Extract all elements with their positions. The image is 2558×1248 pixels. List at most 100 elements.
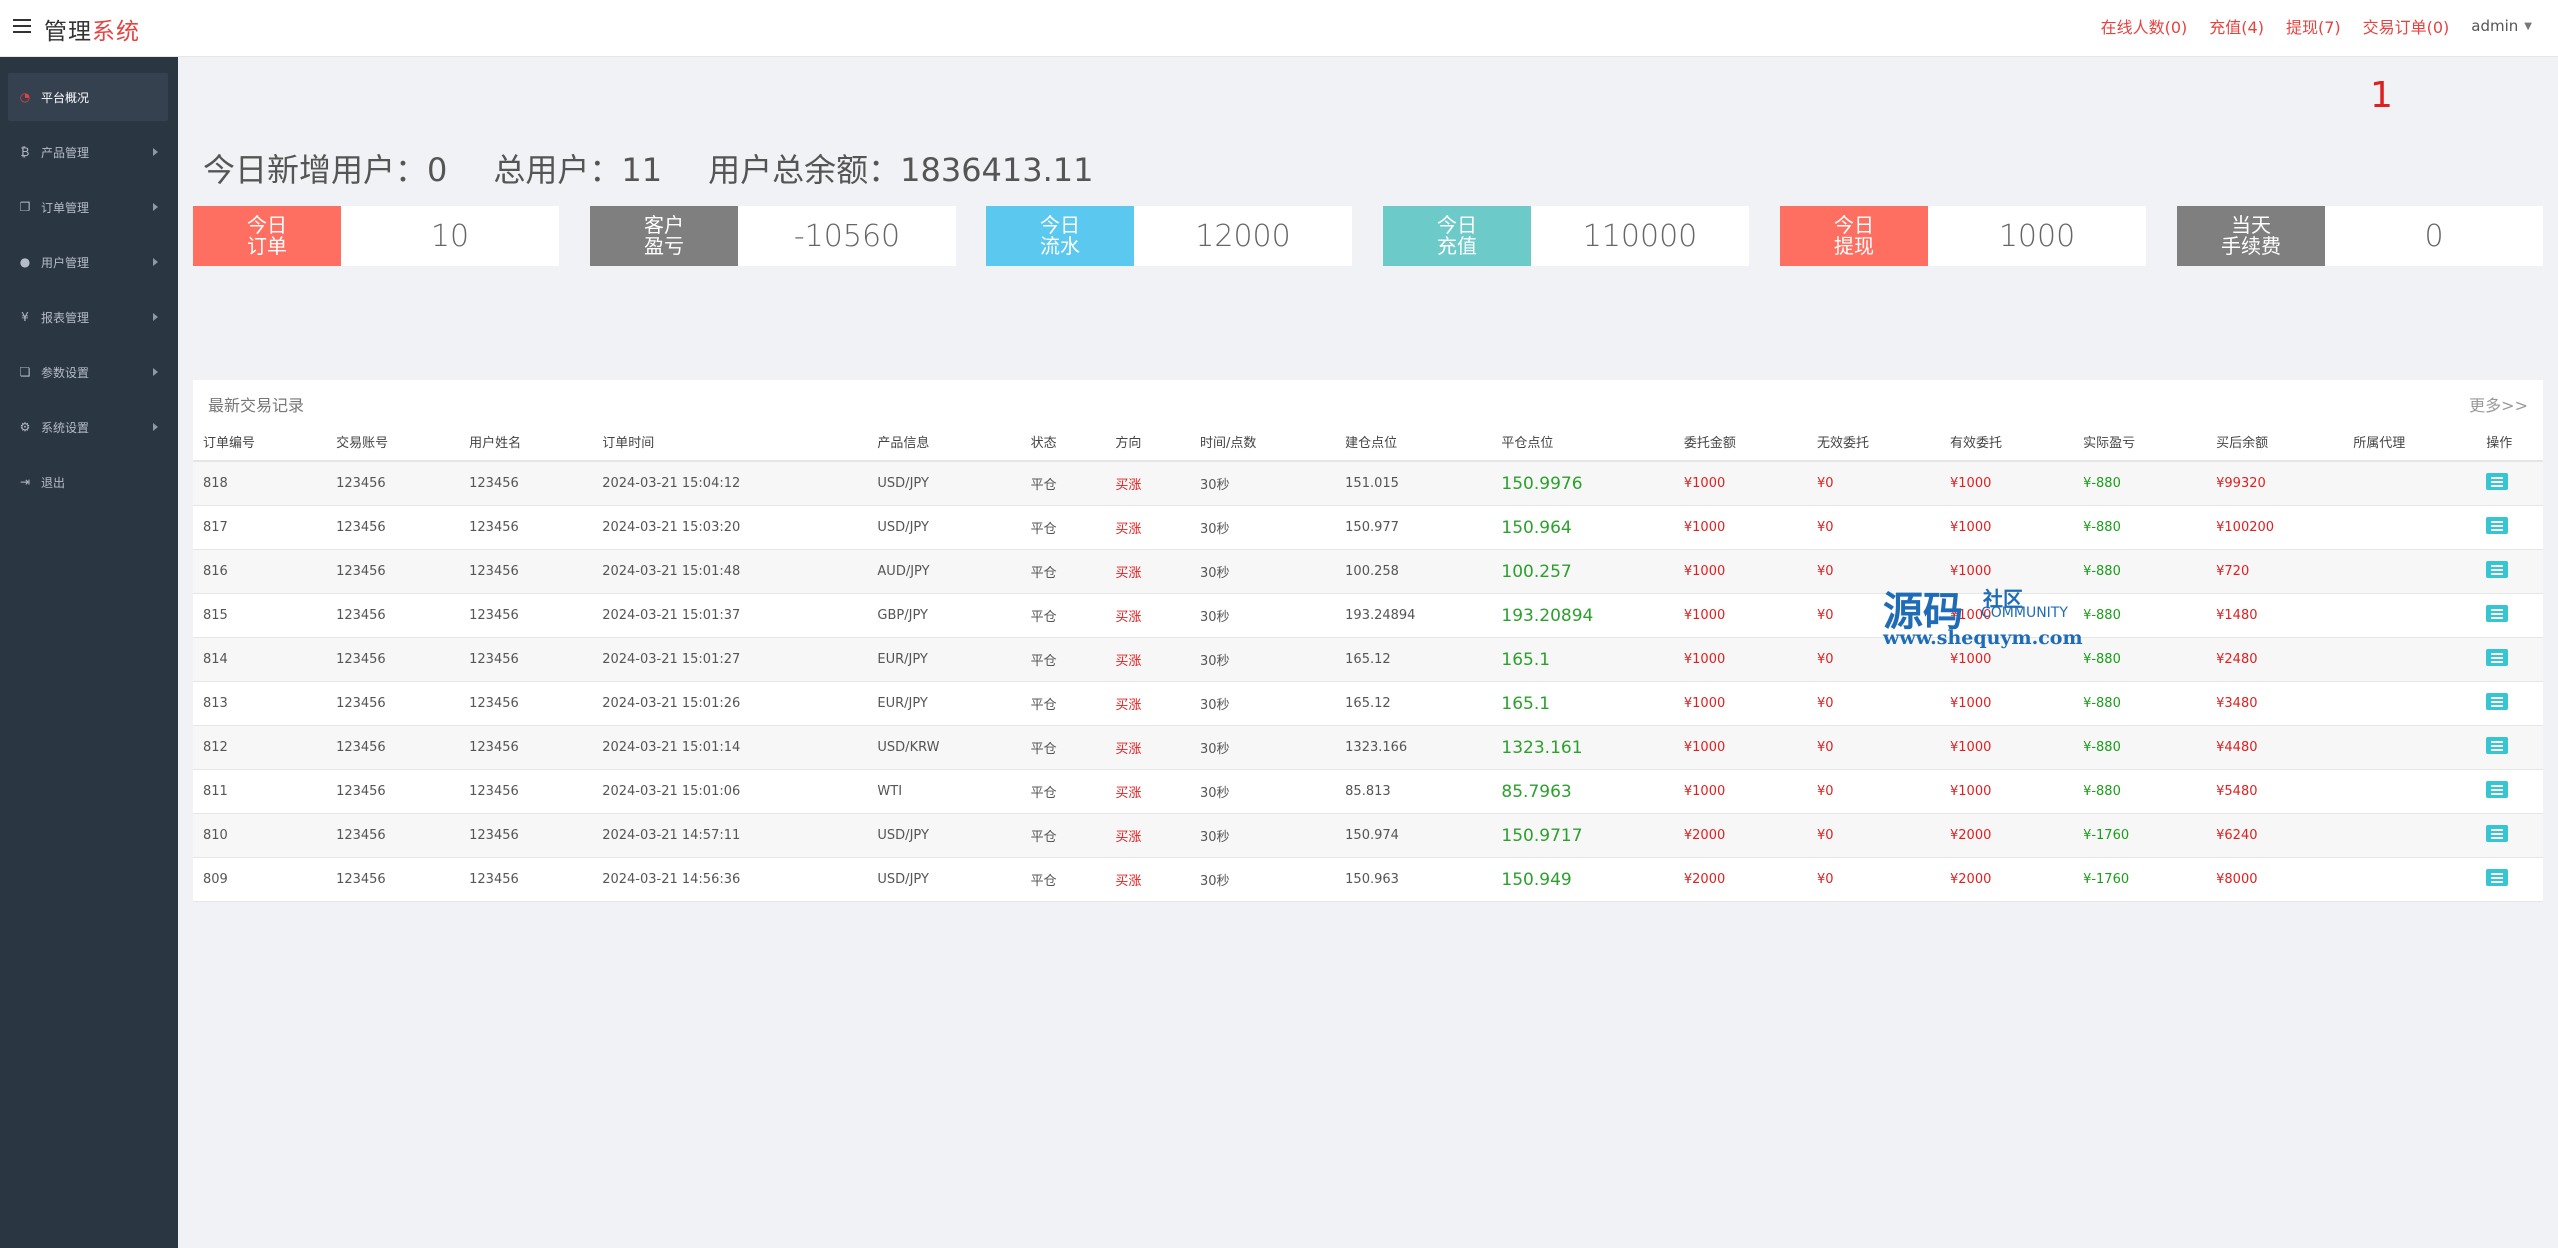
table-cell: 123456 bbox=[459, 681, 593, 726]
user-icon: ● bbox=[19, 255, 31, 269]
table-row: 812 123456 123456 2024-03-21 15:01:14 USD/KR… bbox=[193, 725, 2543, 770]
table-cell: ¥-880 bbox=[2073, 637, 2207, 682]
table-cell: 123456 bbox=[326, 681, 460, 726]
table-cell: 123456 bbox=[459, 813, 593, 858]
table-cell: 2024-03-21 15:01:37 bbox=[592, 593, 868, 638]
logout-icon: ⇥ bbox=[19, 475, 31, 489]
bitcoin-icon: ₿ bbox=[20, 145, 30, 159]
table-cell: ¥0 bbox=[1806, 593, 1940, 638]
table-cell: 买涨 bbox=[1105, 681, 1190, 726]
recharge-link[interactable]: 充值(4) bbox=[2209, 14, 2264, 38]
table-cell: 平仓 bbox=[1020, 769, 1106, 814]
stat-value: -10560 bbox=[793, 218, 901, 254]
table-row: 815 123456 123456 2024-03-21 15:01:37 GBP/JP… bbox=[193, 593, 2543, 638]
column-header: 用户姓名 bbox=[459, 422, 593, 462]
online-users-link[interactable]: 在线人数(0) bbox=[2101, 14, 2188, 38]
column-header: 委托金额 bbox=[1673, 422, 1807, 462]
view-details-icon[interactable] bbox=[2486, 605, 2509, 622]
table-cell: 150.963 bbox=[1335, 857, 1492, 902]
table-cell: 平仓 bbox=[1020, 461, 1106, 506]
stat-value: 1000 bbox=[1998, 218, 2076, 254]
stat-value: 110000 bbox=[1582, 218, 1698, 254]
view-details-icon[interactable] bbox=[2486, 781, 2509, 798]
table-cell: ¥-880 bbox=[2073, 505, 2207, 550]
table-cell: 买涨 bbox=[1105, 769, 1190, 814]
table-cell: ¥0 bbox=[1806, 549, 1940, 594]
sidebar-item-products[interactable]: ₿ 产品管理 bbox=[8, 128, 168, 176]
table-cell: ¥1000 bbox=[1673, 461, 1807, 506]
stat-today-recharge: 今日 充值 110000 bbox=[1383, 206, 1749, 266]
caret-right-icon bbox=[153, 423, 158, 431]
view-details-icon[interactable] bbox=[2486, 517, 2509, 534]
menu-toggle-icon[interactable] bbox=[13, 19, 31, 33]
table-cell: 123456 bbox=[326, 505, 460, 550]
table-cell: ¥2000 bbox=[1940, 813, 2074, 858]
table-cell bbox=[2476, 505, 2543, 550]
table-cell: 100.257 bbox=[1491, 549, 1674, 594]
badge-number: 1 bbox=[2370, 75, 2393, 116]
view-details-icon[interactable] bbox=[2486, 473, 2509, 490]
table-cell: 150.977 bbox=[1335, 505, 1492, 550]
caret-right-icon bbox=[153, 368, 158, 376]
table-cell: ¥0 bbox=[1806, 725, 1940, 770]
sidebar-item-label: 参数设置 bbox=[41, 365, 90, 380]
table-cell: 813 bbox=[193, 681, 327, 726]
trade-orders-link[interactable]: 交易订单(0) bbox=[2363, 14, 2450, 38]
table-cell bbox=[2476, 681, 2543, 726]
table-cell: 平仓 bbox=[1020, 637, 1106, 682]
table-cell: ¥1000 bbox=[1673, 593, 1807, 638]
table-cell: ¥0 bbox=[1806, 813, 1940, 858]
table-cell: 123456 bbox=[326, 549, 460, 594]
more-link[interactable]: 更多>> bbox=[2469, 392, 2528, 416]
sidebar-item-overview[interactable]: ◔ 平台概况 bbox=[8, 73, 168, 121]
sidebar: ◔ 平台概况 ₿ 产品管理 ❐ 订单管理 ● 用户管理 ¥ 报表管理 ❏ 参数设置 ⚙ 系统设… bbox=[0, 57, 178, 1248]
view-details-icon[interactable] bbox=[2486, 649, 2509, 666]
table-cell: ¥-880 bbox=[2073, 593, 2207, 638]
table-cell bbox=[2343, 769, 2477, 814]
sidebar-item-system[interactable]: ⚙ 系统设置 bbox=[8, 403, 168, 451]
table-cell: 151.015 bbox=[1335, 461, 1492, 506]
table-cell: ¥-1760 bbox=[2073, 857, 2207, 902]
table-cell: 165.1 bbox=[1491, 681, 1674, 726]
table-cell: ¥-880 bbox=[2073, 681, 2207, 726]
view-details-icon[interactable] bbox=[2486, 561, 2509, 578]
today-new-users: 今日新增用户：0 bbox=[203, 151, 448, 189]
sidebar-item-logout[interactable]: ⇥ 退出 bbox=[8, 458, 168, 506]
table-cell: 810 bbox=[193, 813, 327, 858]
table-cell: 811 bbox=[193, 769, 327, 814]
caret-right-icon bbox=[153, 203, 158, 211]
sidebar-item-params[interactable]: ❏ 参数设置 bbox=[8, 348, 168, 396]
sidebar-item-users[interactable]: ● 用户管理 bbox=[8, 238, 168, 286]
table-cell: USD/JPY bbox=[867, 857, 1021, 902]
table-cell: 123456 bbox=[326, 725, 460, 770]
sidebar-item-orders[interactable]: ❐ 订单管理 bbox=[8, 183, 168, 231]
view-details-icon[interactable] bbox=[2486, 825, 2509, 842]
sidebar-item-reports[interactable]: ¥ 报表管理 bbox=[8, 293, 168, 341]
top-header: 管理系统 在线人数(0) 充值(4) 提现(7) 交易订单(0) admin ▼ bbox=[0, 0, 2558, 57]
table-cell: ¥1000 bbox=[1673, 549, 1807, 594]
table-cell: 123456 bbox=[326, 593, 460, 638]
view-details-icon[interactable] bbox=[2486, 693, 2509, 710]
view-details-icon[interactable] bbox=[2486, 737, 2509, 754]
table-cell: AUD/JPY bbox=[867, 549, 1021, 594]
table-cell: ¥2000 bbox=[1673, 857, 1807, 902]
caret-right-icon bbox=[153, 148, 158, 156]
table-cell: 2024-03-21 14:57:11 bbox=[592, 813, 868, 858]
table-header-row: 订单编号 交易账号 用户姓名 订单时间 产品信息 状态 方向 时间/点数 建仓点位 平仓点位 委托金… bbox=[193, 422, 2543, 462]
table-cell: 2024-03-21 15:01:14 bbox=[592, 725, 868, 770]
table-cell: 123456 bbox=[326, 813, 460, 858]
table-cell: 2024-03-21 14:56:36 bbox=[592, 857, 868, 902]
user-menu[interactable]: admin ▼ bbox=[2471, 17, 2532, 35]
table-cell: ¥1000 bbox=[1940, 725, 2074, 770]
table-cell: 123456 bbox=[459, 549, 593, 594]
table-cell bbox=[2476, 813, 2543, 858]
trade-table: 订单编号 交易账号 用户姓名 订单时间 产品信息 状态 方向 时间/点数 建仓点位 平仓点位 委托金… bbox=[193, 422, 2543, 902]
view-details-icon[interactable] bbox=[2486, 869, 2509, 886]
column-header: 方向 bbox=[1105, 422, 1190, 462]
withdraw-link[interactable]: 提现(7) bbox=[2286, 14, 2341, 38]
table-cell bbox=[2476, 725, 2543, 770]
table-cell: USD/JPY bbox=[867, 505, 1021, 550]
username: admin bbox=[2471, 17, 2519, 35]
summary-line: 今日新增用户：0 总用户：11 用户总余额：1836413.11 bbox=[203, 145, 1140, 191]
table-cell: ¥3480 bbox=[2206, 681, 2344, 726]
